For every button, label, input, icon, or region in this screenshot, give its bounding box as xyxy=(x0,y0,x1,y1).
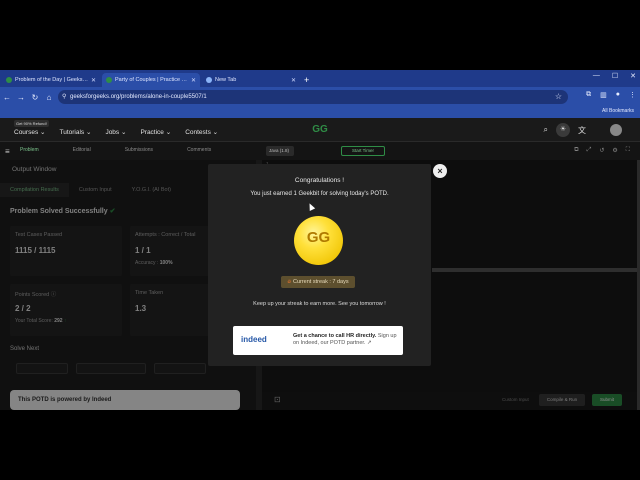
modal-earned-text: You just earned 1 Geekbit for solving to… xyxy=(250,191,389,197)
all-bookmarks-button[interactable]: All Bookmarks xyxy=(602,108,634,114)
profile-icon[interactable]: ● xyxy=(616,91,620,99)
nav-label: Tutorials xyxy=(59,129,85,136)
translate-icon[interactable]: 文 xyxy=(578,125,586,136)
indeed-logo: indeed xyxy=(241,335,267,344)
fullscreen-icon[interactable]: ⛶ xyxy=(626,147,630,154)
potd-success-modal: Congratulations ! You just earned 1 Geek… xyxy=(208,164,431,366)
tab-label: New Tab xyxy=(215,77,237,83)
problem-toolbar: ≡ Problem Editorial Submissions Comments… xyxy=(0,142,640,160)
extension-icons: ⧉ ▥ ● ⋮ xyxy=(586,91,636,99)
tab-comments[interactable]: Comments xyxy=(187,147,211,153)
external-link-icon: ↗ xyxy=(367,340,372,346)
tab-label: Problem of the Day | GeeksforG... xyxy=(15,77,88,83)
indeed-ad[interactable]: indeed Get a chance to call HR directly.… xyxy=(233,326,403,355)
tab-editorial[interactable]: Editorial xyxy=(73,147,91,153)
new-tab-icon[interactable]: + xyxy=(304,73,309,87)
bookmark-star-icon[interactable]: ☆ xyxy=(555,90,562,104)
copy-icon[interactable]: ⧉ xyxy=(574,147,578,154)
header-actions: ⌕ ☀ 文 xyxy=(544,123,622,137)
problem-tabs: Problem Editorial Submissions Comments xyxy=(20,147,211,153)
tab-party-of-couples[interactable]: Party of Couples | Practice | Ge... ✕ xyxy=(102,73,200,87)
nav-courses[interactable]: Courses ⌄ xyxy=(14,128,45,136)
start-timer-button[interactable]: Start Timer xyxy=(341,146,385,156)
avatar[interactable] xyxy=(610,124,622,136)
ad-bold-text: Get a chance to call HR directly. xyxy=(293,333,377,339)
forward-icon[interactable]: → xyxy=(14,93,28,102)
gfg-favicon-icon xyxy=(106,77,112,83)
bookmarks-bar: All Bookmarks xyxy=(0,107,640,118)
streak-text: Current streak : 7 days xyxy=(292,279,349,285)
extensions-icon[interactable]: ⧉ xyxy=(586,91,591,99)
streak-badge: 🔥︎ Current streak : 7 days xyxy=(281,276,355,288)
minimize-icon[interactable]: — xyxy=(593,72,600,80)
coin-logo: GG xyxy=(306,229,331,246)
sidepanel-icon[interactable]: ▥ xyxy=(600,91,607,99)
nav-tutorials[interactable]: Tutorials ⌄ xyxy=(59,128,91,136)
nav-label: Jobs xyxy=(105,129,120,136)
tab-label: Party of Couples | Practice | Ge... xyxy=(115,77,188,83)
promo-badge[interactable]: Get 90% Refund! xyxy=(14,120,49,127)
gfg-logo[interactable]: GG xyxy=(307,124,333,136)
modal-keep-up-text: Keep up your streak to earn more. See yo… xyxy=(253,301,386,307)
close-tab-icon[interactable]: ✕ xyxy=(191,77,196,84)
home-icon[interactable]: ⌂ xyxy=(42,93,56,102)
window-controls: — ☐ ✕ xyxy=(593,72,636,80)
nav-label: Practice xyxy=(140,129,164,136)
settings-icon[interactable]: ⚙ xyxy=(612,147,617,154)
url-text: geeksforgeeks.org/problems/alone-in-coup… xyxy=(70,94,207,100)
close-window-icon[interactable]: ✕ xyxy=(630,72,636,80)
close-tab-icon[interactable]: ✕ xyxy=(91,77,96,84)
url-bar[interactable]: ⚲ geeksforgeeks.org/problems/alone-in-co… xyxy=(58,90,568,104)
nav-practice[interactable]: Practice ⌄ xyxy=(140,128,171,136)
tab-problem[interactable]: Problem xyxy=(20,147,39,153)
tab-bar: Problem of the Day | GeeksforG... ✕ Part… xyxy=(0,70,640,87)
expand-icon[interactable]: ⤢ xyxy=(587,147,592,154)
reset-icon[interactable]: ↺ xyxy=(599,147,604,154)
more-menu-icon[interactable]: ⋮ xyxy=(629,91,636,99)
theme-toggle-icon[interactable]: ☀ xyxy=(556,123,570,137)
tab-submissions[interactable]: Submissions xyxy=(125,147,153,153)
search-icon[interactable]: ⌕ xyxy=(544,125,548,135)
tab-potd[interactable]: Problem of the Day | GeeksforG... ✕ xyxy=(2,73,100,87)
language-select[interactable]: Java (1.8) xyxy=(266,146,294,156)
maximize-icon[interactable]: ☐ xyxy=(612,72,618,80)
editor-tools: ⧉ ⤢ ↺ ⚙ ⛶ xyxy=(574,147,630,154)
address-toolbar: ← → ↻ ⌂ ⚲ geeksforgeeks.org/problems/alo… xyxy=(0,87,640,107)
geekbit-coin-icon: GG xyxy=(294,216,343,265)
tab-new[interactable]: New Tab ✕ xyxy=(202,73,300,87)
back-icon[interactable]: ← xyxy=(0,93,14,102)
nav-label: Courses xyxy=(14,129,39,136)
site-info-icon[interactable]: ⚲ xyxy=(62,90,66,104)
browser-window: Problem of the Day | GeeksforG... ✕ Part… xyxy=(0,70,640,410)
reload-icon[interactable]: ↻ xyxy=(28,93,42,102)
modal-heading: Congratulations ! xyxy=(294,177,345,184)
chrome-favicon-icon xyxy=(206,77,212,83)
site-nav: Courses ⌄ Tutorials ⌄ Jobs ⌄ Practice ⌄ … xyxy=(14,128,218,136)
indeed-ad-text: Get a chance to call HR directly. Sign u… xyxy=(293,333,401,347)
modal-close-button[interactable]: × xyxy=(433,164,447,178)
nav-jobs[interactable]: Jobs ⌄ xyxy=(105,128,126,136)
fire-icon: 🔥︎ xyxy=(287,279,292,285)
nav-contests[interactable]: Contests ⌄ xyxy=(185,128,218,136)
close-tab-icon[interactable]: ✕ xyxy=(291,77,296,84)
menu-icon[interactable]: ≡ xyxy=(5,147,10,156)
gfg-favicon-icon xyxy=(6,77,12,83)
site-header: Get 90% Refund! Courses ⌄ Tutorials ⌄ Jo… xyxy=(0,118,640,142)
nav-label: Contests xyxy=(185,129,211,136)
